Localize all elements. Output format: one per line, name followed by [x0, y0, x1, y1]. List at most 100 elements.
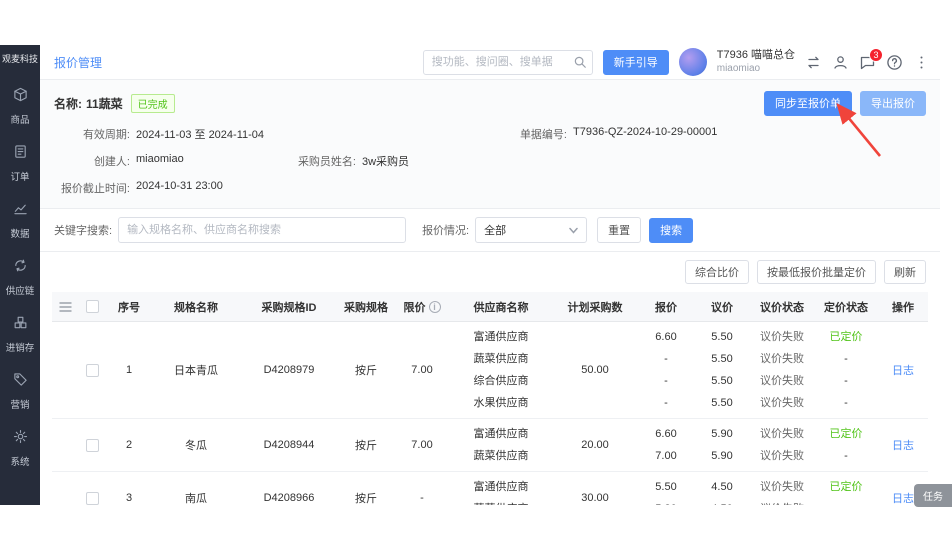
- quote-value: 6.60: [638, 326, 694, 348]
- plan-qty: 30.00: [552, 472, 638, 505]
- breadcrumb[interactable]: 报价管理: [54, 54, 102, 71]
- quote-value: -: [638, 370, 694, 392]
- sidebar-item-7[interactable]: 系统: [0, 420, 40, 477]
- switch-account-icon[interactable]: [805, 54, 822, 71]
- quote-status-label: 报价情况:: [422, 222, 469, 238]
- row-checkbox[interactable]: [86, 492, 99, 505]
- field-valid-period: 有效周期: 2024-11-03 至 2024-11-04: [54, 126, 509, 142]
- topbar-right: 新手引导 T7936 喵喵总仓 miaomiao 3: [423, 48, 930, 76]
- col-supplier: 供应商名称: [450, 292, 552, 321]
- quote-status-select[interactable]: 全部: [475, 217, 587, 243]
- search-icon[interactable]: [573, 55, 587, 69]
- app-window: 观麦科技 商品订单数据供应链进销存营销系统 报价管理 新手引导: [0, 45, 940, 505]
- table-body: 1日本青瓜D4208979按斤7.00富通供应商蔬菜供应商综合供应商水果供应商5…: [52, 322, 928, 505]
- sync-quotation-button[interactable]: 同步至报价单: [764, 91, 852, 116]
- supplier-name: 富通供应商: [450, 326, 552, 348]
- marketing-icon: [13, 372, 28, 392]
- row-checkbox[interactable]: [86, 364, 99, 377]
- reset-button[interactable]: 重置: [597, 217, 641, 243]
- supplier-name: 蔬菜供应商: [450, 445, 552, 467]
- supplier-name: 水果供应商: [450, 392, 552, 414]
- bargain-value: 5.50: [694, 370, 750, 392]
- bargain-status: 议价失败: [750, 423, 814, 445]
- column-config-icon[interactable]: [52, 292, 78, 321]
- compare-prices-button[interactable]: 综合比价: [685, 260, 749, 284]
- supply-chain-icon: [13, 258, 28, 278]
- sidebar-item-2[interactable]: 订单: [0, 135, 40, 192]
- col-action: 操作: [878, 292, 928, 321]
- quote-value: -: [638, 348, 694, 370]
- row-seq: 1: [106, 322, 152, 418]
- select-all-checkbox[interactable]: [86, 300, 99, 313]
- sidebar-item-label: 数据: [11, 226, 30, 240]
- price-status: -: [814, 348, 878, 370]
- global-search-input[interactable]: [423, 50, 593, 75]
- orders-icon: [13, 144, 28, 164]
- log-link[interactable]: 日志: [892, 437, 914, 453]
- bargain-status: 议价失败: [750, 370, 814, 392]
- keyword-input[interactable]: [118, 217, 406, 243]
- table-section: 综合比价 按最低报价批量定价 刷新 序号 规格名称 采购规格ID 采购规格: [40, 252, 940, 505]
- col-seq: 序号: [106, 292, 152, 321]
- goods-icon: [13, 87, 28, 107]
- quote-status-value: 全部: [484, 222, 506, 238]
- system-icon: [13, 429, 28, 449]
- global-search: [423, 50, 593, 75]
- limit-price: -: [394, 472, 450, 505]
- avatar[interactable]: [679, 48, 707, 76]
- sidebar-item-label: 营销: [11, 397, 30, 411]
- topbar: 报价管理 新手引导 T7936 喵喵总仓 miaomiao: [40, 45, 940, 80]
- screenshot-canvas: 观麦科技 商品订单数据供应链进销存营销系统 报价管理 新手引导: [0, 0, 952, 551]
- inventory-icon: [13, 315, 28, 335]
- batch-lowest-price-button[interactable]: 按最低报价批量定价: [757, 260, 876, 284]
- info-icon[interactable]: i: [429, 301, 441, 313]
- table-toolbar: 综合比价 按最低报价批量定价 刷新: [52, 252, 928, 292]
- sidebar-item-label: 进销存: [6, 340, 35, 354]
- status-badge: 已完成: [131, 94, 175, 113]
- log-link[interactable]: 日志: [892, 490, 914, 505]
- sidebar-item-label: 供应链: [6, 283, 35, 297]
- col-limit-price: 限价 i: [394, 292, 450, 321]
- price-status: 已定价: [814, 423, 878, 445]
- contacts-icon[interactable]: [832, 54, 849, 71]
- task-float-tag[interactable]: 任务: [914, 484, 952, 507]
- quote-value: 5.80: [638, 498, 694, 505]
- spec-name: 冬瓜: [152, 419, 240, 471]
- bargain-value: 5.50: [694, 392, 750, 414]
- sidebar-item-5[interactable]: 进销存: [0, 306, 40, 363]
- user-name: miaomiao: [717, 63, 795, 76]
- help-icon[interactable]: [886, 54, 903, 71]
- row-checkbox[interactable]: [86, 439, 99, 452]
- messages-icon[interactable]: 3: [859, 54, 876, 71]
- quote-value: 6.60: [638, 423, 694, 445]
- log-link[interactable]: 日志: [892, 362, 914, 378]
- search-button[interactable]: 搜索: [649, 218, 693, 243]
- summary-fields: 有效周期: 2024-11-03 至 2024-11-04 单据编号: T793…: [54, 126, 926, 196]
- sidebar-item-4[interactable]: 供应链: [0, 249, 40, 306]
- sidebar-item-1[interactable]: 商品: [0, 78, 40, 135]
- refresh-button[interactable]: 刷新: [884, 260, 926, 284]
- bargain-value: 5.50: [694, 348, 750, 370]
- guide-button[interactable]: 新手引导: [603, 50, 669, 75]
- sidebar-item-label: 订单: [11, 169, 30, 183]
- sidebar-item-6[interactable]: 营销: [0, 363, 40, 420]
- col-spec-name: 规格名称: [152, 292, 240, 321]
- spec-id: D4208966: [240, 472, 338, 505]
- spec-name: 南瓜: [152, 472, 240, 505]
- name-label: 名称:: [54, 95, 82, 112]
- bargain-value: 4.50: [694, 498, 750, 505]
- sidebar-item-label: 商品: [11, 112, 30, 126]
- col-quote: 报价: [638, 292, 694, 321]
- sidebar-item-label: 系统: [11, 454, 30, 468]
- name-row: 名称: 11蔬菜 已完成 同步至报价单 导出报价: [54, 90, 926, 116]
- more-icon[interactable]: [913, 54, 930, 71]
- sidebar-item-3[interactable]: 数据: [0, 192, 40, 249]
- field-doc-no: 单据编号: T7936-QZ-2024-10-29-00001: [509, 126, 717, 142]
- col-price-status: 定价状态: [814, 292, 878, 321]
- price-status: 已定价: [814, 476, 878, 498]
- summary-actions: 同步至报价单 导出报价: [764, 91, 926, 116]
- data-icon: [13, 201, 28, 221]
- export-quotation-button[interactable]: 导出报价: [860, 91, 926, 116]
- price-status: -: [814, 498, 878, 505]
- user-info[interactable]: T7936 喵喵总仓 miaomiao: [717, 49, 795, 75]
